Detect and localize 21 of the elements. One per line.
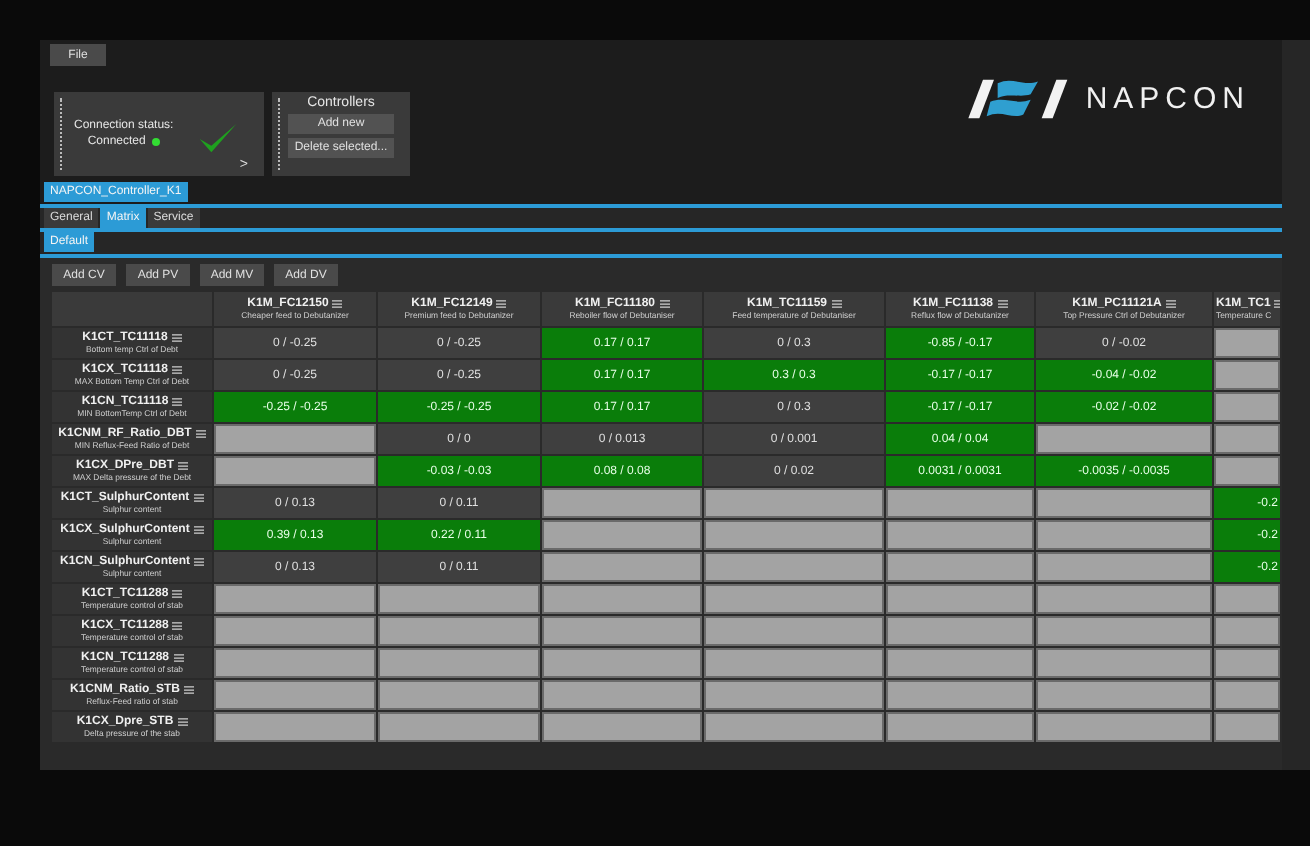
list-icon	[193, 494, 204, 502]
list-icon	[194, 558, 204, 566]
list-icon	[195, 430, 206, 438]
list-icon	[997, 300, 1008, 308]
list-icon	[184, 686, 194, 694]
list-icon	[172, 366, 183, 374]
logo-text: NAPCON	[1085, 81, 1250, 115]
list-icon	[831, 300, 842, 308]
list-icon	[172, 590, 183, 598]
list-icon	[178, 462, 189, 470]
list-icon	[659, 300, 670, 308]
list-icon	[173, 654, 184, 662]
list-icon	[172, 622, 183, 630]
list-icon	[496, 300, 507, 308]
list-icon	[177, 718, 188, 726]
list-icon	[171, 334, 182, 342]
list-icon	[172, 398, 183, 406]
list-icon	[332, 300, 343, 308]
list-icon	[193, 526, 204, 534]
list-icon	[1165, 300, 1176, 308]
checkmark-icon	[197, 122, 238, 156]
